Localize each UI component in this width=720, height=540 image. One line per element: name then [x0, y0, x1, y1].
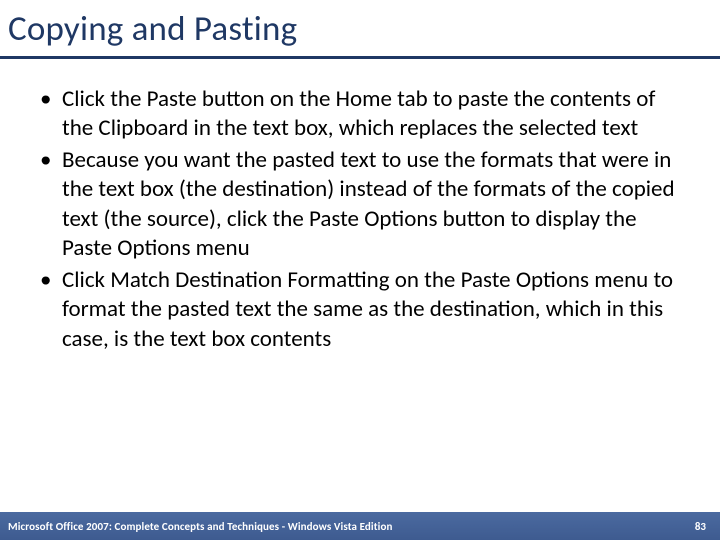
bullet-item: Click Match Destination Formatting on th…: [38, 266, 682, 354]
content-area: Click the Paste button on the Home tab t…: [0, 59, 720, 354]
bullet-list: Click the Paste button on the Home tab t…: [38, 85, 682, 354]
bullet-item: Because you want the pasted text to use …: [38, 146, 682, 264]
slide-title: Copying and Pasting: [0, 0, 720, 56]
footer-text: Microsoft Office 2007: Complete Concepts…: [8, 520, 392, 533]
slide: Copying and Pasting Click the Paste butt…: [0, 0, 720, 540]
footer-bar: Microsoft Office 2007: Complete Concepts…: [0, 512, 720, 540]
bullet-item: Click the Paste button on the Home tab t…: [38, 85, 682, 144]
page-number: 83: [695, 520, 706, 533]
